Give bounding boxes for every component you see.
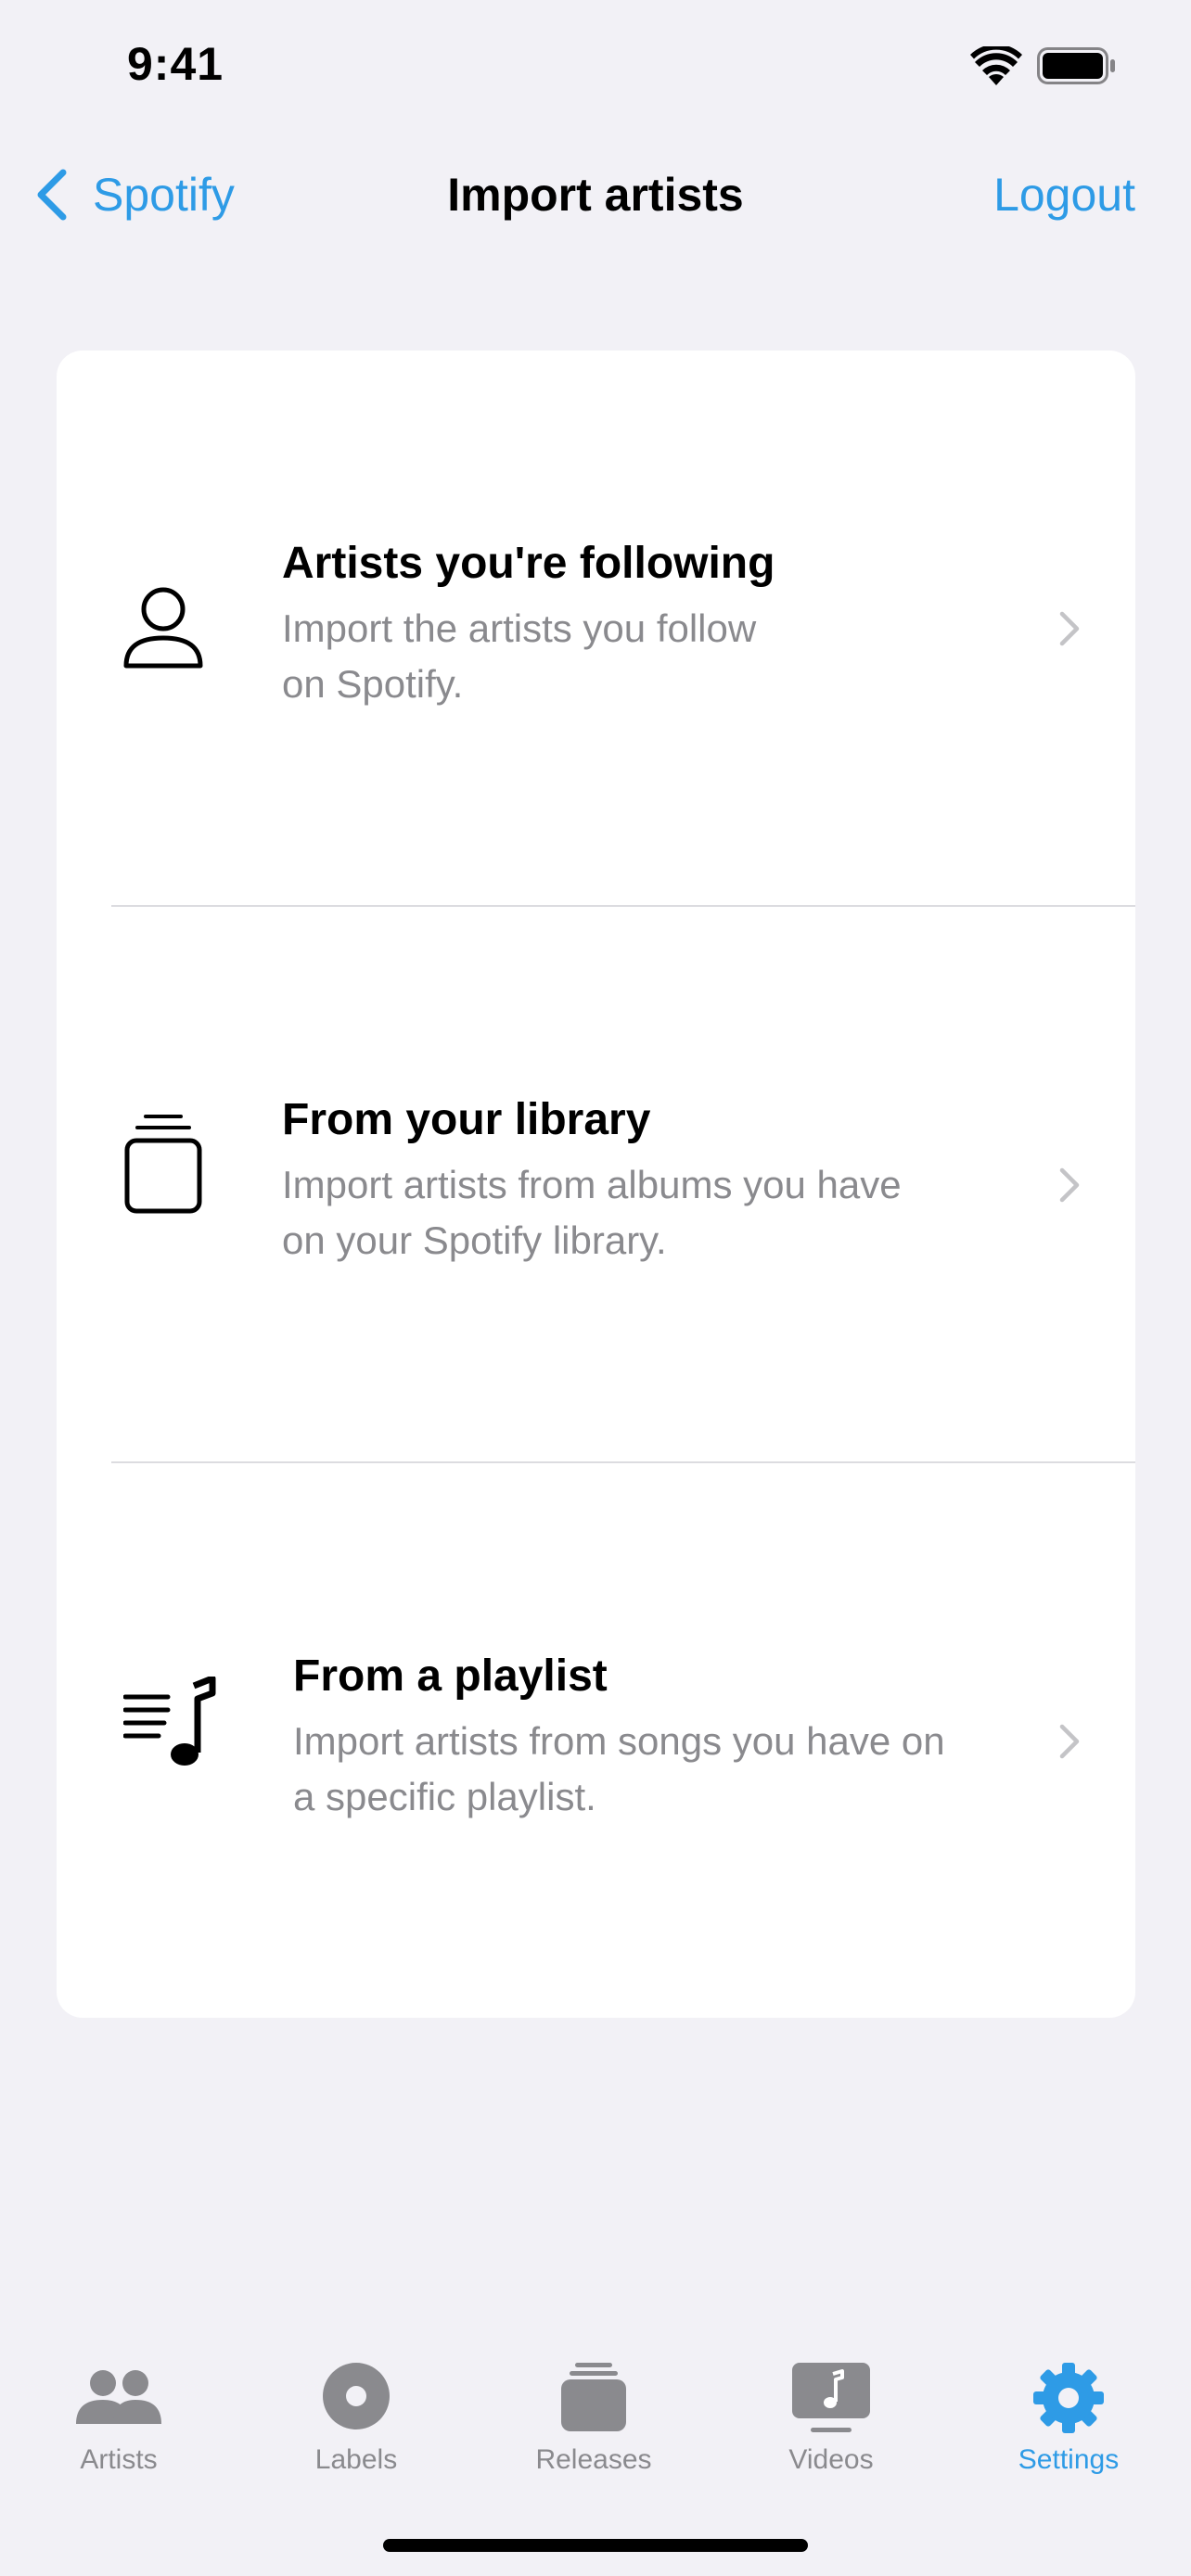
chevron-right-icon	[1059, 1167, 1080, 1203]
chevron-left-icon	[37, 169, 67, 221]
logout-button[interactable]: Logout	[993, 161, 1135, 228]
option-title: Artists you're following	[282, 539, 775, 588]
tab-label: Releases	[535, 2444, 652, 2475]
person-icon	[123, 587, 203, 669]
stack-icon	[561, 2363, 626, 2431]
tab-videos[interactable]: Videos	[712, 2346, 950, 2485]
option-from-playlist[interactable]: From a playlist Import artists from song…	[57, 1463, 1135, 2018]
battery-icon	[1037, 47, 1115, 84]
option-subtitle-line: on Spotify.	[282, 662, 464, 706]
tab-label: Videos	[788, 2444, 874, 2475]
tab-label: Settings	[1018, 2444, 1120, 2475]
chevron-right-icon	[1059, 611, 1080, 646]
option-text: From your library Import artists from al…	[282, 1092, 1024, 1269]
option-subtitle: Import the artists you follow on Spotify…	[282, 601, 913, 712]
home-indicator[interactable]	[383, 2539, 808, 2552]
back-button[interactable]: Spotify	[33, 161, 235, 228]
option-from-library[interactable]: From your library Import artists from al…	[57, 907, 1135, 1463]
back-button-label: Spotify	[93, 169, 235, 221]
option-title: From a playlist	[293, 1651, 608, 1701]
option-subtitle-line: a specific playlist.	[293, 1775, 596, 1818]
tab-bar: Artists Labels Releases Videos Settings	[0, 2346, 1191, 2494]
tab-label: Labels	[314, 2444, 398, 2475]
navigation-bar: Spotify Import artists Logout	[0, 148, 1191, 241]
option-artists-following[interactable]: Artists you're following Import the arti…	[57, 351, 1135, 907]
record-icon	[323, 2363, 390, 2429]
option-subtitle: Import artists from albums you have on y…	[282, 1157, 1024, 1269]
option-subtitle: Import artists from songs you have on a …	[293, 1714, 1054, 1825]
option-subtitle-line: Import the artists you follow	[282, 606, 757, 650]
chevron-right-icon	[1059, 1724, 1080, 1759]
import-options-card: Artists you're following Import the arti…	[57, 351, 1135, 2018]
status-bar: 9:41	[0, 0, 1191, 130]
option-title: From your library	[282, 1095, 651, 1144]
import-artists-screen: 9:41 Spotify Import artists Logout Artis…	[0, 0, 1191, 2576]
library-stack-icon	[124, 1115, 202, 1214]
wifi-icon	[970, 46, 1022, 85]
tab-label: Artists	[80, 2444, 158, 2475]
tab-releases[interactable]: Releases	[475, 2346, 712, 2485]
option-subtitle-line: on your Spotify library.	[282, 1218, 667, 1262]
people-icon	[76, 2370, 161, 2424]
option-text: Artists you're following Import the arti…	[282, 536, 913, 712]
tab-artists[interactable]: Artists	[0, 2346, 237, 2485]
option-subtitle-line: Import artists from albums you have	[282, 1163, 902, 1206]
option-text: From a playlist Import artists from song…	[293, 1649, 1054, 1825]
status-time: 9:41	[127, 38, 224, 90]
tab-labels[interactable]: Labels	[237, 2346, 475, 2485]
tab-settings[interactable]: Settings	[950, 2346, 1187, 2485]
gear-icon	[1033, 2363, 1104, 2433]
music-video-icon	[792, 2363, 870, 2432]
music-playlist-icon	[123, 1677, 216, 1766]
option-subtitle-line: Import artists from songs you have on	[293, 1719, 945, 1763]
